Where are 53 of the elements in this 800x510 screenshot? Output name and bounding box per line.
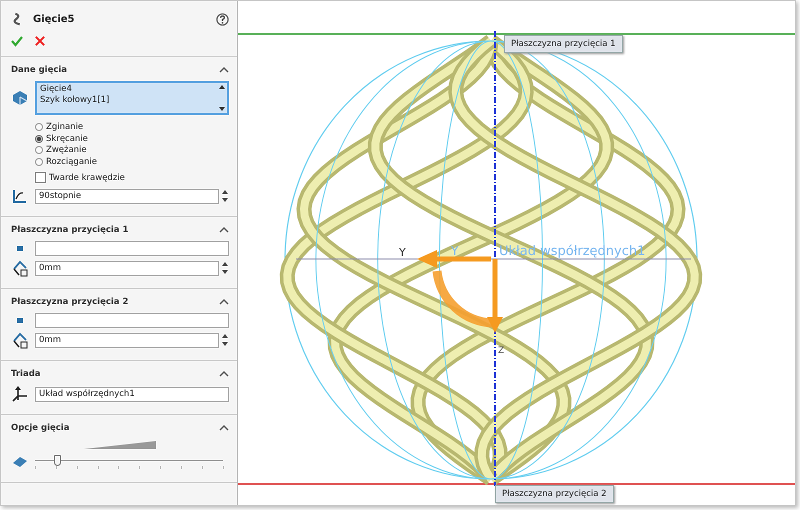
close-icon[interactable] <box>35 36 45 46</box>
plane-field[interactable] <box>35 313 229 328</box>
bodies-icon <box>11 89 29 107</box>
spin-arrows-icon[interactable] <box>222 334 228 346</box>
triad-icon <box>11 385 29 403</box>
radio-button[interactable] <box>35 134 43 142</box>
triad-field[interactable]: Układ współrzędnych1 <box>35 386 229 402</box>
angle-field[interactable]: 90stopnie <box>35 188 219 204</box>
axis-label: Y <box>451 244 458 258</box>
radio-button[interactable] <box>35 123 43 131</box>
radio-label[interactable]: Zwężanie <box>46 145 87 155</box>
checkbox-label[interactable]: Twarde krawędzie <box>49 172 125 182</box>
collapse-chevron-icon[interactable] <box>219 425 229 431</box>
collapse-chevron-icon[interactable] <box>219 227 229 233</box>
plane-label[interactable]: Płaszczyzna przycięcia 2 <box>495 485 614 503</box>
help-icon[interactable] <box>216 12 229 26</box>
spin-arrows-icon[interactable] <box>222 190 228 202</box>
distance-icon <box>11 331 29 349</box>
confirm-icon[interactable] <box>11 35 23 47</box>
slider-thumb[interactable] <box>54 455 61 466</box>
axis-label: Z <box>498 346 504 356</box>
section-title: Triada <box>11 369 41 379</box>
scroll-down-icon[interactable] <box>219 107 225 111</box>
slider-track[interactable] <box>35 455 223 469</box>
selection-list[interactable]: Gięcie4 Szyk kołowy1[1] <box>35 81 229 115</box>
collapse-chevron-icon[interactable] <box>219 299 229 305</box>
section-title: Płaszczyzna przycięcia 1 <box>11 225 128 235</box>
plane-field[interactable] <box>35 241 229 256</box>
radio-button[interactable] <box>35 146 43 154</box>
collapse-chevron-icon[interactable] <box>219 67 229 73</box>
checkbox[interactable] <box>35 172 46 183</box>
radio-label[interactable]: Rozciąganie <box>46 156 98 166</box>
scroll-up-icon[interactable] <box>219 85 225 89</box>
spin-arrows-icon[interactable] <box>222 262 228 274</box>
plane-label[interactable]: Płaszczyzna przycięcia 1 <box>504 35 623 53</box>
section-title: Płaszczyzna przycięcia 2 <box>11 297 128 307</box>
radio-label[interactable]: Skręcanie <box>46 134 88 144</box>
collapse-chevron-icon[interactable] <box>219 371 229 377</box>
radio-label[interactable]: Zginanie <box>46 122 84 132</box>
distance-field[interactable]: 0mm <box>35 332 219 348</box>
panel-title: Gięcie5 <box>33 14 76 24</box>
plane-icon <box>17 246 23 251</box>
list-item[interactable]: Szyk kołowy1[1] <box>40 95 214 106</box>
section-title: Dane gięcia <box>11 65 68 75</box>
section-title: Opcje gięcia <box>11 423 70 433</box>
distance-icon <box>11 259 29 277</box>
radio-button[interactable] <box>35 158 43 166</box>
plane-icon <box>17 318 23 323</box>
distance-field[interactable]: 0mm <box>35 260 219 276</box>
axis-label: Y <box>399 246 406 259</box>
angle-icon <box>11 187 29 205</box>
ramp-icon <box>84 441 156 449</box>
list-item[interactable]: Gięcie4 <box>40 84 214 95</box>
